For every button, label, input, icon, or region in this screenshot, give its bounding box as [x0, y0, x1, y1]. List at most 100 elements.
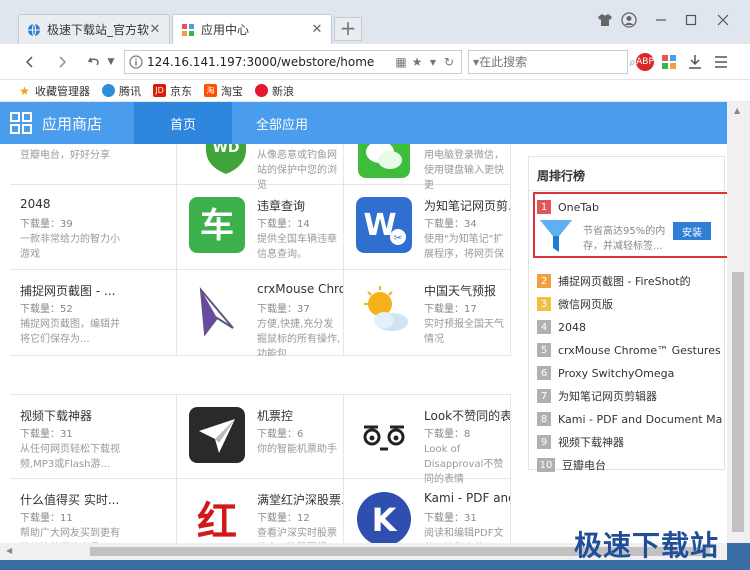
- undo-button[interactable]: [82, 50, 106, 74]
- rank-item[interactable]: 7 为知笔记网页剪辑器: [537, 386, 722, 406]
- app-card[interactable]: 机票控 下载量：6 你的智能机票助手: [177, 394, 344, 479]
- rank-item-1[interactable]: 1 OneTab: [537, 197, 722, 217]
- refresh-icon[interactable]: ↻: [441, 55, 457, 69]
- rank-number: 7: [537, 389, 551, 403]
- app-card[interactable]: 车 违章查询 下载量：14 提供全国车辆违章信息查询。: [177, 185, 344, 270]
- bookmark-manager[interactable]: ★ 收藏管理器: [18, 83, 90, 99]
- rank-number: 1: [537, 200, 551, 214]
- qr-code-icon[interactable]: ▦: [393, 55, 409, 69]
- rank-item[interactable]: 10 豆瓣电台: [537, 455, 722, 475]
- shirt-icon[interactable]: [594, 10, 616, 30]
- rank-item[interactable]: 2 捕捉网页截图 - FireShot的: [537, 271, 722, 291]
- app-name: Kami - PDF and...: [424, 491, 510, 505]
- app-card[interactable]: 2048 下载量：39 一款非常给力的智力小游戏: [10, 185, 177, 270]
- app-card[interactable]: 红 满堂红沪深股票... 下载量：12 查看沪深实时股票信息以及股票报: [177, 479, 344, 543]
- star-icon[interactable]: ★: [409, 55, 425, 69]
- app-name: 满堂红沪深股票...: [257, 493, 343, 507]
- app-desc: 阅读和编辑PDF文件，注释文件: [424, 528, 504, 539]
- weather-sun-cloud-icon: [364, 286, 408, 331]
- download-count: 下载量：6: [257, 429, 304, 440]
- tab-home[interactable]: 首页: [134, 102, 232, 144]
- app-card[interactable]: 什么值得买 实时... 下载量：11 帮助广大网友买到更有性价比的网购产品: [10, 479, 177, 543]
- store-brand[interactable]: 应用商店: [10, 102, 102, 144]
- rank-item[interactable]: 6 Proxy SwitchyOmega: [537, 363, 722, 383]
- featured-app[interactable]: 1 OneTab 节省高达95%的内 存，并减轻标签... 安装: [533, 192, 727, 258]
- chevron-down-icon[interactable]: ▼: [425, 58, 441, 67]
- bookmarks-bar: ★ 收藏管理器 腾讯 JD 京东 淘 淘宝 新浪: [0, 80, 750, 102]
- back-button[interactable]: [18, 50, 42, 74]
- wiz-note-icon: W✂: [356, 197, 412, 253]
- app-card[interactable]: 捕捉网页截图 - ... 下载量：52 捕捉网页截图，编辑并将它们保存为...: [10, 270, 177, 356]
- app-card[interactable]: K Kami - PDF and... 下载量：31 阅读和编辑PDF文件，注释…: [344, 479, 511, 543]
- svg-text:✂: ✂: [394, 233, 402, 244]
- tab-title: 应用中心: [201, 23, 250, 37]
- info-icon[interactable]: [129, 55, 143, 69]
- app-name: crxMouse Chro...: [257, 282, 343, 296]
- app-name: 捕捉网页截图 - ...: [20, 284, 116, 298]
- search-box[interactable]: ▼ ⌕: [468, 50, 636, 74]
- scroll-left-icon[interactable]: ◀: [6, 546, 12, 555]
- rank-item[interactable]: 8 Kami - PDF and Document Mar...: [537, 409, 722, 429]
- maximize-icon[interactable]: [680, 10, 702, 30]
- app-card[interactable]: 视频下载神器 下载量：31 从任何网页轻松下载视频,MP3或Flash游...: [10, 394, 177, 479]
- install-button[interactable]: 安装: [673, 222, 711, 240]
- minimize-icon[interactable]: [650, 10, 672, 30]
- app-desc: 使用"为知笔记"扩展程序，将网页保: [424, 234, 504, 260]
- kami-k-icon: K: [357, 492, 411, 543]
- app-card[interactable]: W ✂ 为知笔记网页剪... 下载量：34 使用"为知笔记"扩展程序，将网页保: [344, 185, 511, 270]
- app-card[interactable]: Look不赞同的表... 下载量：8 Look of Disapproval不赞…: [344, 394, 511, 485]
- bookmark-jd[interactable]: JD 京东: [153, 83, 192, 99]
- red-character-icon: 红: [197, 498, 237, 543]
- adblock-icon[interactable]: ABP: [636, 53, 654, 71]
- app-desc: 实时预报全国天气情况: [424, 319, 504, 345]
- apps-icon[interactable]: [660, 53, 678, 71]
- rank-item[interactable]: 9 视频下载神器: [537, 432, 722, 452]
- bookmark-taobao[interactable]: 淘 淘宝: [204, 83, 243, 99]
- ranking-title: 周排行榜: [537, 169, 586, 183]
- forward-button[interactable]: [50, 50, 74, 74]
- rank-number: 3: [537, 297, 551, 311]
- mouse-cursor-icon: [199, 286, 234, 337]
- new-tab-button[interactable]: +: [334, 17, 362, 41]
- tab-app-center[interactable]: 应用中心 ✕: [172, 14, 332, 44]
- menu-icon[interactable]: [712, 53, 730, 71]
- scroll-thumb[interactable]: [732, 272, 744, 532]
- bookmark-sina[interactable]: 新浪: [255, 83, 294, 99]
- rank-item[interactable]: 5 crxMouse Chrome™ Gestures: [537, 340, 722, 360]
- wechat-icon: [358, 144, 410, 178]
- app-card[interactable]: WD 从像恶意或钓鱼网站的保护中您的浏览: [177, 144, 344, 191]
- arrow-right-icon: [59, 56, 67, 68]
- weibo-icon: [255, 84, 268, 97]
- window-close-icon[interactable]: [712, 10, 734, 30]
- rank-name: 视频下载神器: [558, 436, 624, 449]
- close-icon[interactable]: ✕: [311, 22, 323, 37]
- rank-name: Kami - PDF and Document Mar...: [558, 412, 722, 426]
- site-watermark: 极速下载站: [574, 529, 720, 562]
- funnel-icon: [540, 220, 572, 252]
- app-card[interactable]: 中国天气预报 下载量：17 实时预报全国天气情况: [344, 270, 511, 356]
- chevron-down-icon[interactable]: ▼: [104, 50, 118, 74]
- tab-all-apps[interactable]: 全部应用: [232, 102, 332, 144]
- tab-jisu[interactable]: 极速下载站_官方软件下载 ✕: [18, 14, 170, 44]
- car-violation-icon: 车: [189, 197, 245, 253]
- scroll-up-icon[interactable]: ▲: [734, 106, 740, 115]
- close-icon[interactable]: ✕: [149, 22, 161, 37]
- rank-name: 豆瓣电台: [562, 459, 606, 472]
- url-text[interactable]: 124.16.141.197:3000/webstore/home: [143, 55, 393, 69]
- download-icon[interactable]: [686, 53, 704, 71]
- app-name: Look不赞同的表...: [424, 409, 510, 423]
- app-grid-icon: [182, 23, 194, 36]
- app-card[interactable]: crxMouse Chro... 下载量：37 方便,快捷,充分发掘鼠标的所有操…: [177, 270, 344, 360]
- rank-item[interactable]: 4 2048: [537, 317, 722, 337]
- bookmark-tencent[interactable]: 腾讯: [102, 83, 141, 99]
- app-card[interactable]: 豆瓣电台，好好分享: [10, 144, 177, 185]
- address-bar[interactable]: 124.16.141.197:3000/webstore/home ▦ ★ ▼ …: [124, 50, 462, 74]
- search-input[interactable]: [479, 55, 630, 69]
- disapproval-face-icon: [363, 425, 405, 451]
- search-icon[interactable]: ⌕: [629, 55, 636, 70]
- user-icon[interactable]: [618, 10, 640, 30]
- jd-icon: JD: [153, 84, 166, 97]
- app-card[interactable]: 用电脑登录微信，使用键盘输入更快更: [344, 144, 511, 191]
- vertical-scrollbar[interactable]: ▲: [727, 102, 750, 543]
- rank-item[interactable]: 3 微信网页版: [537, 294, 722, 314]
